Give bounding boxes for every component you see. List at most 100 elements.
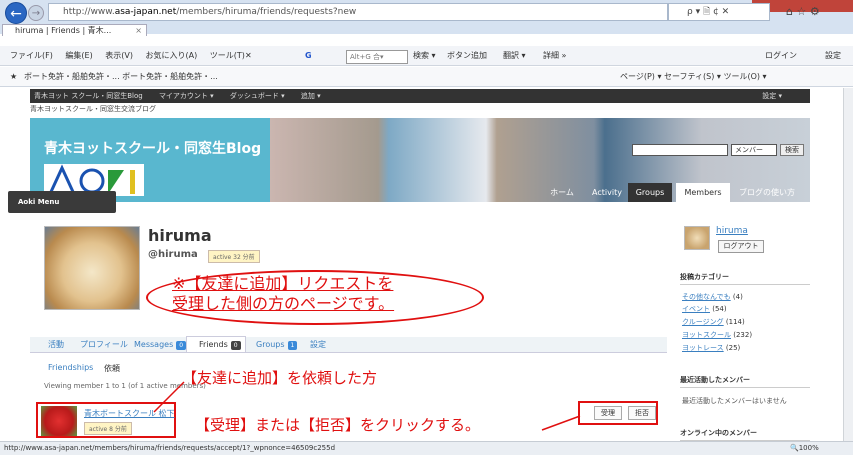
menu-tools[interactable]: ツール(T) — [210, 51, 245, 60]
google-search-input[interactable]: Alt+G 合▾ — [346, 50, 408, 64]
zoom-icon: 🔍 — [790, 444, 799, 452]
category-count: (25) — [725, 344, 741, 352]
recent-members-heading: 最近活動したメンバー — [680, 375, 810, 388]
forward-arrow-icon[interactable]: → — [28, 5, 44, 21]
tab-groups-label: Groups — [256, 340, 285, 349]
toolbar-login[interactable]: ログイン — [765, 48, 805, 64]
category-link[interactable]: ヨットスクール (232) — [682, 330, 752, 340]
close-tab-icon[interactable]: × — [135, 25, 142, 36]
nav-activity[interactable]: Activity — [588, 183, 626, 202]
reject-button[interactable]: 拒否 — [628, 406, 656, 420]
friends-count: 0 — [230, 341, 241, 350]
subnav-requests[interactable]: 依頼 — [104, 363, 120, 374]
site-search-input[interactable] — [632, 144, 728, 156]
address-bar[interactable]: http://www.asa-japan.net/members/hiruma/… — [48, 3, 668, 21]
sidebar-username[interactable]: hiruma — [716, 226, 748, 236]
subnav-friendships[interactable]: Friendships — [48, 363, 93, 372]
translate-button[interactable]: 翻訳 ▾ — [503, 48, 543, 64]
annotation-requester: 【友達に追加】を依頼した方 — [182, 369, 378, 387]
back-arrow-icon[interactable]: ← — [5, 2, 27, 24]
category-count: (232) — [733, 331, 753, 339]
google-logo-icon: G — [305, 51, 312, 60]
favorites-bar: ★ ボート免許・船舶免許・... ボート免許・船舶免許・... ページ(P) ▾… — [0, 67, 853, 87]
site-search-button[interactable]: 検索 — [780, 144, 804, 156]
admin-my-account[interactable]: マイアカウント ▾ — [159, 92, 214, 100]
request-avatar[interactable] — [41, 406, 77, 436]
messages-count: 0 — [176, 341, 187, 350]
accept-button[interactable]: 受理 — [594, 406, 622, 420]
category-heading: 投稿カテゴリー — [680, 272, 810, 285]
tab-friends[interactable]: Friends 0 — [186, 336, 246, 352]
groups-count: 1 — [287, 341, 298, 350]
nav-home[interactable]: ホーム — [546, 183, 578, 202]
category-count: (4) — [732, 293, 743, 301]
aoki-menu[interactable]: Aoki Menu — [8, 191, 116, 213]
tab-groups[interactable]: Groups 1 — [256, 337, 298, 353]
status-bar: http://www.asa-japan.net/members/hiruma/… — [0, 441, 853, 455]
toolbar-settings[interactable]: 設定 — [825, 48, 853, 64]
profile-name: hiruma — [148, 226, 212, 245]
annotation-text: ※【友達に追加】リクエストを 受理した側の方のページです。 — [172, 274, 394, 314]
annotation-instruction: 【受理】または【拒否】をクリックする。 — [195, 416, 481, 434]
category-name: クルージング — [682, 318, 724, 326]
category-link[interactable]: ヨットレース (25) — [682, 343, 740, 353]
browser-tab[interactable]: hiruma | Friends | 青木... × — [2, 24, 147, 36]
site-title[interactable]: 青木ヨットスクール・同窓生Blog — [44, 138, 261, 158]
admin-bar: 青木ヨット スクール・同窓生Blog マイアカウント ▾ ダッシュボード ▾ 追… — [30, 89, 810, 103]
category-name: ヨットレース — [682, 344, 724, 352]
zoom-value: 100% — [798, 444, 819, 452]
command-bar[interactable]: ページ(P) ▾ セーフティ(S) ▾ ツール(O) ▾ — [620, 67, 767, 87]
favorites-links[interactable]: ボート免許・船舶免許・... ボート免許・船舶免許・... — [24, 67, 218, 87]
page-scrollbar[interactable] — [843, 88, 853, 441]
admin-add[interactable]: 追加 ▾ — [301, 92, 321, 100]
category-link[interactable]: イベント (54) — [682, 304, 727, 314]
annotation-line-1: ※【友達に追加】リクエストを — [172, 274, 394, 293]
home-star-gear-icons[interactable]: ⌂ ☆ ⚙ — [786, 5, 820, 18]
admin-dashboard[interactable]: ダッシュボード ▾ — [230, 92, 285, 100]
admin-settings[interactable]: 設定 ▾ — [762, 89, 782, 103]
category-link[interactable]: クルージング (114) — [682, 317, 745, 327]
activity-badge: active 32 分前 — [208, 250, 260, 263]
more-button[interactable]: 詳細 » — [543, 48, 583, 64]
button-add[interactable]: ボタン追加 — [447, 48, 497, 64]
menu-view[interactable]: 表示(V) — [105, 51, 133, 60]
menu-favorites[interactable]: お気に入り(A) — [146, 51, 198, 60]
tab-messages-label: Messages — [134, 340, 174, 349]
url-path: /members/hiruma/friends/requests?new — [176, 7, 357, 17]
request-member-name[interactable]: 青木ボートスクール 松下 — [84, 408, 175, 419]
annotation-line-2: 受理した側の方のページです。 — [172, 294, 395, 313]
request-activity-badge: active 8 分前 — [84, 422, 132, 435]
nav-groups[interactable]: Groups — [628, 183, 672, 202]
category-name: その他なんでも — [682, 293, 731, 301]
profile-avatar[interactable] — [44, 226, 140, 310]
favorites-star-icon[interactable]: ★ — [10, 67, 17, 87]
tab-settings[interactable]: 設定 — [310, 337, 326, 353]
category-name: イベント — [682, 305, 710, 313]
nav-blog-howto[interactable]: ブログの使い方 — [734, 183, 800, 202]
profile-handle: @hiruma — [148, 249, 198, 260]
logout-button[interactable]: ログアウト — [718, 240, 764, 253]
tab-friends-label: Friends — [199, 340, 228, 349]
tab-messages[interactable]: Messages 0 — [134, 337, 187, 353]
category-link[interactable]: その他なんでも (4) — [682, 292, 743, 302]
sidebar-avatar[interactable] — [684, 226, 710, 250]
url-domain: asa-japan.net — [114, 7, 177, 17]
site-tagline: 青木ヨットスクール・同窓生交流ブログ — [30, 105, 156, 113]
tab-profile[interactable]: プロフィール — [80, 337, 128, 353]
menu-file[interactable]: ファイル(F) — [10, 51, 53, 60]
url-prefix: http://www. — [63, 7, 115, 17]
menu-edit[interactable]: 編集(E) — [65, 51, 92, 60]
zoom-level[interactable]: 🔍100% — [790, 441, 819, 455]
category-name: ヨットスクール — [682, 331, 731, 339]
status-url: http://www.asa-japan.net/members/hiruma/… — [4, 444, 336, 452]
admin-site-link[interactable]: 青木ヨット スクール・同窓生Blog — [34, 92, 143, 100]
address-controls[interactable]: ρ ▾ 🗎 ¢ ✕ — [668, 3, 770, 21]
tab-activity[interactable]: 活動 — [48, 337, 64, 353]
tab-title: hiruma | Friends | 青木... — [15, 26, 112, 35]
online-members-heading: オンライン中のメンバー — [680, 428, 810, 441]
recent-members-empty: 最近活動したメンバーはいません — [682, 397, 787, 405]
category-count: (54) — [712, 305, 727, 313]
category-count: (114) — [725, 318, 745, 326]
search-scope-select[interactable]: メンバー — [731, 144, 777, 156]
nav-members[interactable]: Members — [676, 183, 730, 202]
